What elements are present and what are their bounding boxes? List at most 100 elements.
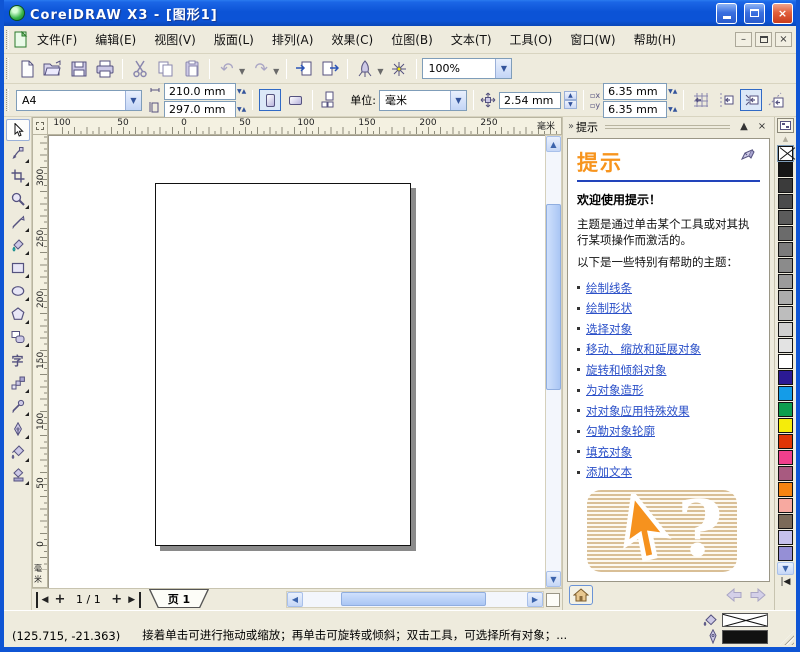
basic-shapes-tool[interactable] xyxy=(6,326,30,348)
vertical-ruler[interactable]: 300 250 200 150 100 50 0 毫米 xyxy=(32,135,48,588)
add-page-after-button[interactable]: + xyxy=(109,592,125,608)
crop-tool[interactable] xyxy=(6,165,30,187)
duplicate-x-field[interactable]: 6.35 mm xyxy=(603,83,667,100)
color-swatch[interactable] xyxy=(778,482,793,497)
link-add-text[interactable]: 添加文本 xyxy=(586,464,632,480)
menu-layout[interactable]: 版面(L) xyxy=(205,28,263,51)
redo-button[interactable]: ↷ xyxy=(249,57,273,81)
ellipse-tool[interactable] xyxy=(6,280,30,302)
copy-button[interactable] xyxy=(154,57,178,81)
color-swatch[interactable] xyxy=(778,242,793,257)
pick-tool[interactable] xyxy=(6,119,30,141)
nudge-spinner[interactable]: ▲▼ xyxy=(564,91,577,109)
eyedropper-tool[interactable] xyxy=(6,395,30,417)
menu-window[interactable]: 窗口(W) xyxy=(561,28,624,51)
open-button[interactable] xyxy=(41,57,65,81)
paper-width-field[interactable]: 210.0 mm xyxy=(164,83,236,100)
horizontal-ruler[interactable]: 100 50 0 50 100 150 200 250 毫米 xyxy=(48,117,562,135)
link-outline-objects[interactable]: 勾勒对象轮廓 xyxy=(586,423,655,439)
color-swatch[interactable] xyxy=(778,546,793,561)
import-button[interactable] xyxy=(292,57,316,81)
vscroll-thumb[interactable] xyxy=(546,204,561,390)
color-swatch[interactable] xyxy=(778,226,793,241)
outline-pen-tool[interactable] xyxy=(6,418,30,440)
page-tab[interactable]: 页 1 xyxy=(149,589,209,608)
docker-close-button[interactable]: × xyxy=(755,121,769,132)
fill-tool[interactable] xyxy=(6,441,30,463)
corel-online-button[interactable] xyxy=(387,57,411,81)
redo-dropdown[interactable]: ▼ xyxy=(273,67,279,76)
docker-float-icon[interactable]: ›› xyxy=(568,121,572,132)
color-swatch[interactable] xyxy=(778,162,793,177)
hscroll-thumb[interactable] xyxy=(341,592,486,606)
color-swatch[interactable] xyxy=(778,290,793,305)
paper-height-field[interactable]: 297.0 mm xyxy=(164,101,236,118)
landscape-button[interactable] xyxy=(284,89,306,111)
color-swatch[interactable] xyxy=(778,434,793,449)
mdi-restore-button[interactable] xyxy=(755,32,772,47)
chevron-down-icon[interactable]: ▼ xyxy=(495,59,511,78)
menubar-grip[interactable] xyxy=(6,30,9,49)
save-button[interactable] xyxy=(67,57,91,81)
smart-fill-tool[interactable] xyxy=(6,234,30,256)
color-swatch[interactable] xyxy=(778,498,793,513)
propbar-grip[interactable] xyxy=(6,89,9,111)
mdi-close-button[interactable]: × xyxy=(775,32,792,47)
minimize-button[interactable] xyxy=(716,3,737,24)
maximize-button[interactable] xyxy=(744,3,765,24)
menu-view[interactable]: 视图(V) xyxy=(145,28,205,51)
color-swatch[interactable] xyxy=(778,514,793,529)
menu-effects[interactable]: 效果(C) xyxy=(322,28,382,51)
chevron-down-icon[interactable]: ▼ xyxy=(125,91,141,110)
close-button[interactable]: × xyxy=(772,3,793,24)
toolbar-grip[interactable] xyxy=(6,58,9,78)
last-page-button[interactable]: ▶ xyxy=(125,592,141,608)
menu-edit[interactable]: 编辑(E) xyxy=(86,28,145,51)
interactive-fill-tool[interactable] xyxy=(6,464,30,486)
color-swatch[interactable] xyxy=(778,194,793,209)
link-draw-lines[interactable]: 绘制线条 xyxy=(586,280,632,296)
freehand-tool[interactable] xyxy=(6,211,30,233)
link-shape-objects[interactable]: 为对象造形 xyxy=(586,382,644,398)
menu-bitmaps[interactable]: 位图(B) xyxy=(382,28,442,51)
color-swatch[interactable] xyxy=(778,258,793,273)
color-swatch[interactable] xyxy=(778,402,793,417)
application-launcher-button[interactable] xyxy=(353,57,377,81)
paste-button[interactable] xyxy=(180,57,204,81)
duplicate-y-field[interactable]: 6.35 mm xyxy=(603,101,667,118)
menu-help[interactable]: 帮助(H) xyxy=(625,28,685,51)
mdi-minimize-button[interactable]: – xyxy=(735,32,752,47)
color-swatch[interactable] xyxy=(778,338,793,353)
drawing-canvas[interactable] xyxy=(48,135,545,588)
polygon-tool[interactable] xyxy=(6,303,30,325)
launcher-dropdown[interactable]: ▼ xyxy=(377,67,383,76)
color-swatch[interactable] xyxy=(778,210,793,225)
paper-height-spinner[interactable]: ▼▲ xyxy=(237,106,246,113)
color-swatch[interactable] xyxy=(778,418,793,433)
text-tool[interactable]: 字 xyxy=(6,349,30,371)
color-swatch[interactable] xyxy=(778,354,793,369)
units-combo[interactable]: 毫米 ▼ xyxy=(379,90,467,111)
outline-color-swatch[interactable] xyxy=(722,630,768,644)
nudge-offset-field[interactable]: 2.54 mm xyxy=(499,92,561,109)
paper-width-spinner[interactable]: ▼▲ xyxy=(237,88,246,95)
color-swatch[interactable] xyxy=(778,450,793,465)
export-button[interactable] xyxy=(318,57,342,81)
link-rotate-skew[interactable]: 旋转和倾斜对象 xyxy=(586,362,667,378)
back-button[interactable] xyxy=(724,586,744,604)
snap-to-grid-button[interactable] xyxy=(690,89,712,111)
duplicate-y-spinner[interactable]: ▼▲ xyxy=(668,106,677,113)
page-a4[interactable] xyxy=(155,183,411,546)
docker-title-bar[interactable]: ›› 提示 ▲ × xyxy=(563,117,774,136)
scroll-right-button[interactable]: ▶ xyxy=(527,592,543,607)
color-swatch[interactable] xyxy=(778,322,793,337)
color-swatch[interactable] xyxy=(778,530,793,545)
zoom-level-combo[interactable]: 100% ▼ xyxy=(422,58,512,79)
interactive-blend-tool[interactable] xyxy=(6,372,30,394)
portrait-button[interactable] xyxy=(259,89,281,111)
print-button[interactable] xyxy=(93,57,117,81)
zoom-tool[interactable] xyxy=(6,188,30,210)
menu-text[interactable]: 文本(T) xyxy=(442,28,501,51)
vertical-scrollbar[interactable]: ▲ ▼ xyxy=(545,135,562,588)
undo-dropdown[interactable]: ▼ xyxy=(239,67,245,76)
